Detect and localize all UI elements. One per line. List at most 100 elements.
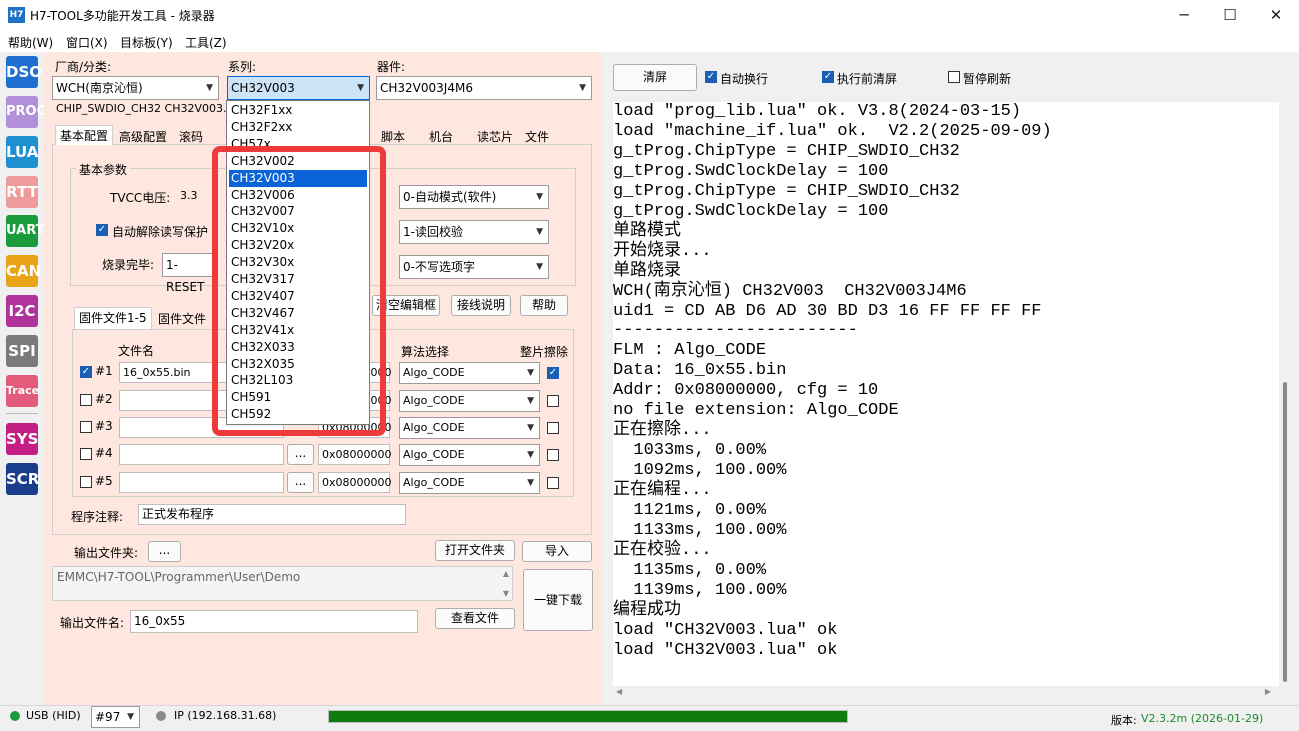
tool-sys-button[interactable]: SYS [6,423,38,455]
tab-read-chip[interactable]: 读芯片 [473,127,517,147]
tool-rtt-button[interactable]: RTT [6,176,38,208]
file-address-input[interactable]: 0x08000000 [318,444,392,465]
algo-select[interactable]: Algo_CODE ▼ [399,444,540,466]
log-line: load "prog_lib.lua" ok. V3.8(2024-03-15) [613,102,1022,121]
one-click-download-button[interactable]: 一键下载 [523,569,593,631]
chevron-down-icon: ▼ [527,368,534,378]
algo-select[interactable]: Algo_CODE ▼ [399,390,540,412]
clear-before-run-label: 执行前清屏 [837,72,898,86]
device-number-value: #97 [95,710,121,724]
import-button[interactable]: 导入 [522,541,592,562]
tab-machine[interactable]: 机台 [425,127,457,147]
auto-wrap-checkbox[interactable]: ✓ [705,71,717,83]
device-number-select[interactable]: #97 ▼ [91,706,140,728]
burn-done-select[interactable]: 1-RESET [162,253,212,294]
algo-select[interactable]: Algo_CODE ▼ [399,472,540,494]
tab-script[interactable]: 脚本 [377,127,409,147]
log-output[interactable]: load "prog_lib.lua" ok. V3.8(2024-03-15)… [613,102,1279,686]
device-select[interactable]: CH32V003J4M6 ▼ [376,76,592,100]
clear-before-run-checkbox[interactable]: ✓ [822,71,834,83]
usb-status-icon [10,711,20,721]
tab-file[interactable]: 文件 [521,127,553,147]
menu-target-board[interactable]: 目标板(Y) [120,34,173,51]
tab-basic-config[interactable]: 基本配置 [55,125,114,145]
scroll-right-icon[interactable]: ▶ [1265,687,1271,696]
scroll-up-icon[interactable]: ▲ [503,569,509,578]
tool-i2c-button[interactable]: I2C [6,295,38,327]
log-line: 1121ms, 0.00% [613,501,767,520]
tool-lua-button[interactable]: LUA [6,136,38,168]
output-path-box[interactable]: EMMC\H7-TOOL\Programmer\User\Demo ▲ ▼ [52,566,513,601]
highlight-box [212,146,386,436]
file-browse-button[interactable]: ... [287,444,314,465]
chip-erase-checkbox[interactable] [547,422,559,434]
output-folder-browse-button[interactable]: ... [148,541,181,562]
menu-help[interactable]: 帮助(W) [8,34,53,51]
pause-refresh-checkbox[interactable] [948,71,960,83]
clear-screen-button[interactable]: 清屏 [613,64,697,91]
mode-select[interactable]: 0-自动模式(软件) ▼ [399,185,549,209]
file-address-input[interactable]: 0x08000000 [318,472,392,493]
chip-erase-checkbox[interactable] [547,395,559,407]
file-enable-checkbox[interactable] [80,421,92,433]
scroll-down-icon[interactable]: ▼ [503,589,509,598]
tool-prog-button[interactable]: PROG [6,96,47,128]
file-path-input[interactable] [119,444,284,465]
close-button[interactable]: ✕ [1253,0,1299,30]
file-enable-checkbox[interactable]: ✓ [80,366,92,378]
burn-done-label: 烧录完毕: [102,258,155,272]
algo-value: Algo_CODE [403,448,465,461]
file-browse-button[interactable]: ... [287,472,314,493]
log-line: g_tProg.ChipType = CHIP_SWDIO_CH32 [613,141,960,161]
series-select[interactable]: CH32V003 ▼ [227,76,370,100]
file-enable-checkbox[interactable] [80,448,92,460]
dropdown-option[interactable]: CH32F2xx [229,119,367,136]
file-row-id: #5 [95,474,113,488]
scrollbar-thumb[interactable] [1283,382,1287,682]
output-name-input[interactable]: 16_0x55 [130,610,418,633]
tool-dso-button[interactable]: DSO [6,56,42,88]
file-enable-checkbox[interactable] [80,394,92,406]
vendor-select[interactable]: WCH(南京沁恒) ▼ [52,76,219,100]
verify-select[interactable]: 1-读回校验 ▼ [399,220,549,244]
file-enable-checkbox[interactable] [80,476,92,488]
open-folder-button[interactable]: 打开文件夹 [435,540,515,561]
option-bytes-select[interactable]: 0-不写选项字 ▼ [399,255,549,279]
toolbar-divider [6,413,38,414]
tab-advanced-config[interactable]: 高级配置 [115,127,171,147]
chip-erase-checkbox[interactable]: ✓ [547,367,559,379]
ip-status-icon [156,711,166,721]
horizontal-scrollbar[interactable]: ◀ ▶ [613,686,1279,701]
tab-firmware-6-10[interactable]: 固件文件6-10 [154,309,214,329]
menu-window[interactable]: 窗口(X) [66,34,108,51]
help-button[interactable]: 帮助 [520,295,568,316]
algo-select[interactable]: Algo_CODE ▼ [399,362,540,384]
menu-tools[interactable]: 工具(Z) [185,34,227,51]
tab-firmware-1-5[interactable]: 固件文件1-5 [74,307,152,329]
scroll-left-icon[interactable]: ◀ [616,687,622,696]
option-bytes-value: 0-不写选项字 [403,260,475,274]
tool-uart-button[interactable]: UART [6,215,45,247]
tool-trace-button[interactable]: Trace [6,375,39,407]
vertical-scrollbar[interactable] [1279,102,1292,686]
file-path-input[interactable] [119,472,284,493]
output-path: EMMC\H7-TOOL\Programmer\User\Demo [57,570,301,584]
dropdown-option[interactable]: CH32F1xx [229,102,367,119]
log-line: 正在擦除... [613,421,712,441]
tool-spi-button[interactable]: SPI [6,335,38,367]
tool-scr-button[interactable]: SCR [6,463,39,495]
minimize-button[interactable]: ─ [1161,0,1207,30]
auto-unlock-checkbox[interactable]: ✓ [96,224,108,236]
ip-status: IP (192.168.31.68) [174,709,277,722]
chip-erase-checkbox[interactable] [547,449,559,461]
log-line: WCH(南京沁恒) CH32V003 CH32V003J4M6 [613,281,967,301]
algo-select[interactable]: Algo_CODE ▼ [399,417,540,439]
chip-erase-checkbox[interactable] [547,477,559,489]
maximize-button[interactable]: ☐ [1207,0,1253,30]
tool-can-button[interactable]: CAN [6,255,41,287]
tvcc-input[interactable]: 3.3 [177,186,211,207]
tab-rolling-code[interactable]: 滚码 [175,127,207,147]
view-file-button[interactable]: 查看文件 [435,608,515,629]
wiring-help-button[interactable]: 接线说明 [451,295,511,316]
note-input[interactable]: 正式发布程序 [138,504,406,525]
